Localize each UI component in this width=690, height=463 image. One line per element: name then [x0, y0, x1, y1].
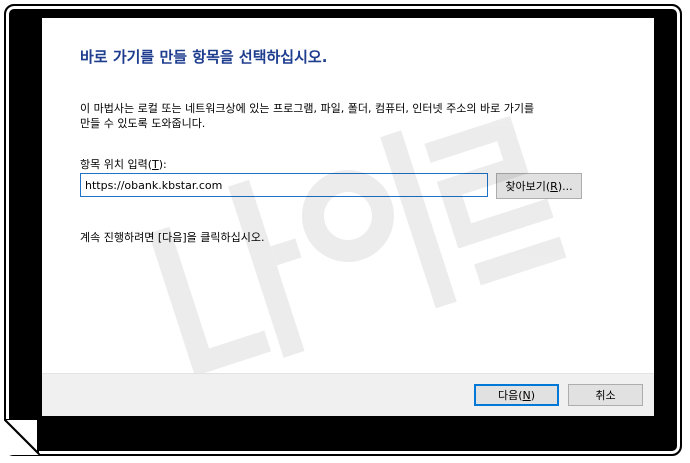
- wizard-description: 이 마법사는 로컬 또는 네트워크상에 있는 프로그램, 파일, 폴더, 컴퓨터…: [80, 101, 620, 131]
- create-shortcut-dialog: 바로 가기를 만들 항목을 선택하십시오. 이 마법사는 로컬 또는 네트워크상…: [42, 18, 654, 416]
- dialog-footer: 다음(N) 취소: [42, 373, 654, 416]
- screenshot-frame: 바로 가기를 만들 항목을 선택하십시오. 이 마법사는 로컬 또는 네트워크상…: [4, 4, 682, 456]
- page-fold-corner: [4, 419, 40, 455]
- location-input[interactable]: [80, 173, 488, 197]
- cancel-button[interactable]: 취소: [568, 384, 643, 406]
- next-button[interactable]: 다음(N): [474, 384, 559, 406]
- page-title: 바로 가기를 만들 항목을 선택하십시오.: [80, 48, 328, 66]
- continue-hint: 계속 진행하려면 [다음]을 클릭하십시오.: [80, 231, 265, 244]
- browse-button[interactable]: 찾아보기(R)...: [496, 173, 582, 199]
- location-label: 항목 위치 입력(T):: [80, 158, 167, 171]
- description-line-2: 만들 수 있도록 도와줍니다.: [80, 117, 206, 130]
- description-line-1: 이 마법사는 로컬 또는 네트워크상에 있는 프로그램, 파일, 폴더, 컴퓨터…: [80, 102, 535, 115]
